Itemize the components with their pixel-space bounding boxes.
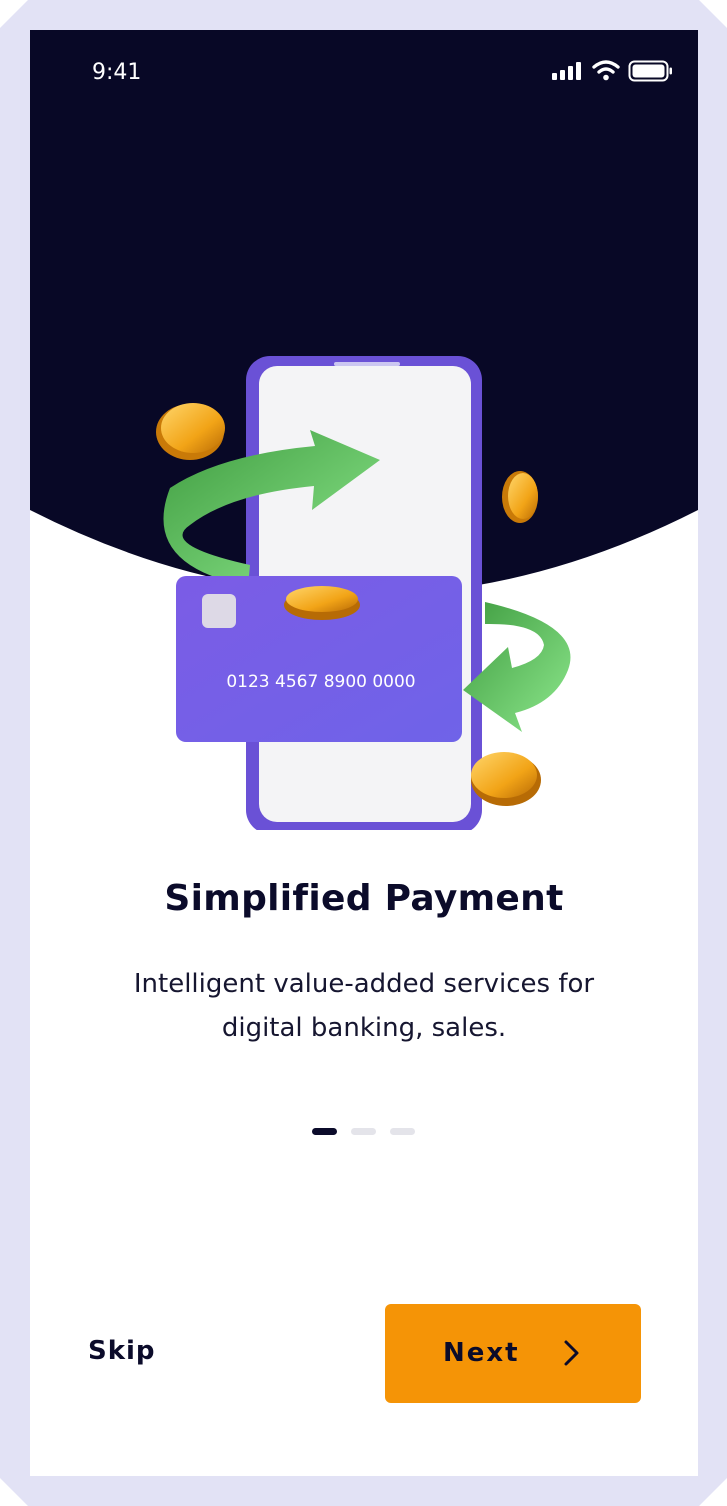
page-dot[interactable] [351,1128,376,1135]
page-title: Simplified Payment [164,878,564,919]
chevron-right-icon [564,1340,579,1366]
subtitle-line: Intelligent value-added services for [133,969,595,999]
skip-button[interactable]: Skip [88,1336,156,1366]
subtitle-line: digital banking, sales. [221,1013,507,1043]
coin [156,403,225,460]
page-indicator [312,1128,415,1136]
payment-illustration: 0123 4567 8900 0000 [156,356,571,830]
coin [284,586,360,620]
battery-icon [628,60,672,82]
coin [502,471,538,523]
status-bar: 9:41 [30,30,698,120]
coin [471,752,541,806]
signal-icon [552,62,581,80]
card-number: 0123 4567 8900 0000 [226,672,415,692]
wifi-icon [592,60,620,81]
onboarding-screen: 9:41 0123 4567 8900 0000 Simplified Paym… [30,30,698,1476]
page-subtitle: Intelligent value-added services for dig… [114,962,614,1050]
status-time: 9:41 [92,60,142,85]
page-dot[interactable] [390,1128,415,1135]
page-dot-active[interactable] [312,1128,337,1135]
next-button[interactable]: Next [385,1304,641,1403]
next-button-label: Next [443,1338,520,1368]
